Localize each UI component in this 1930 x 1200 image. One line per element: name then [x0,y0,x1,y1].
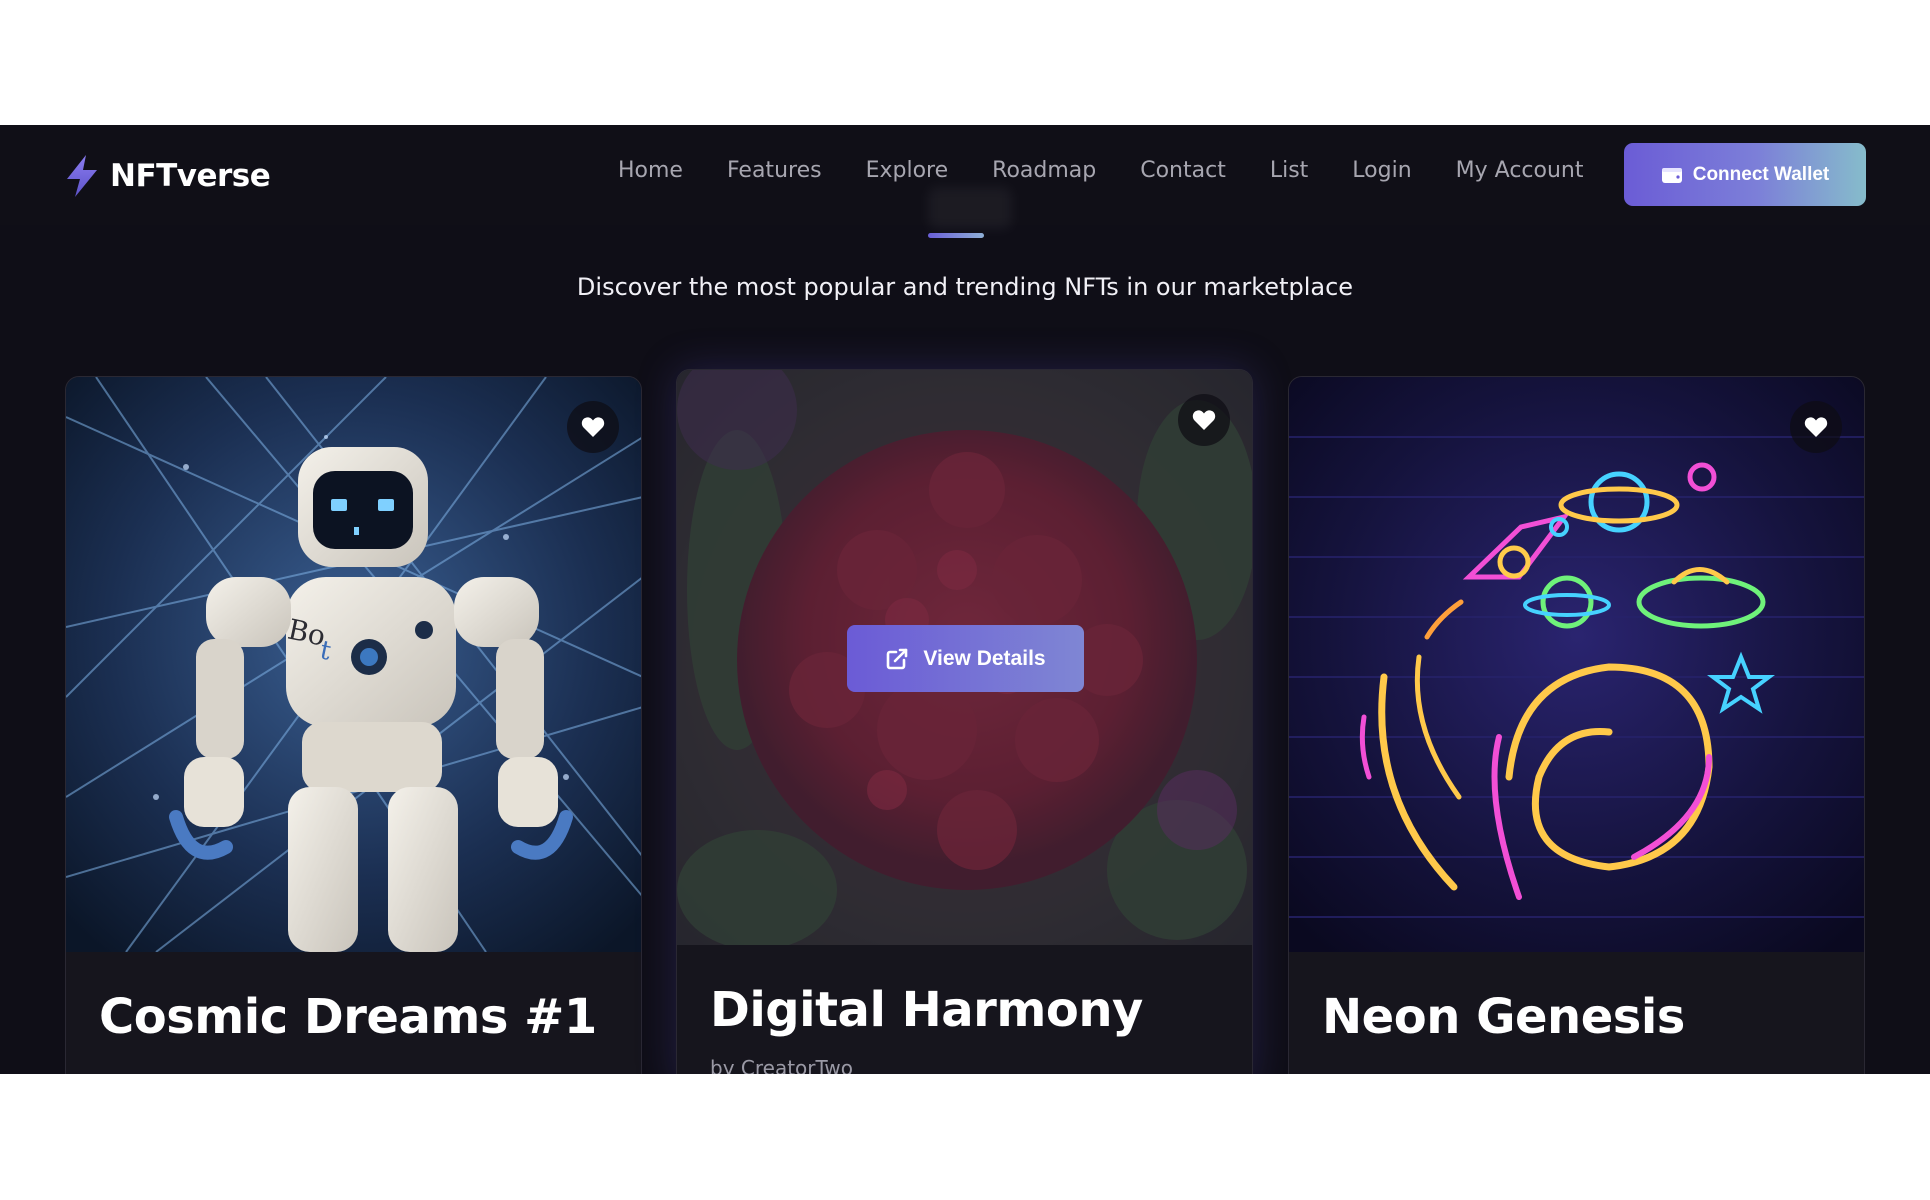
nft-title: Neon Genesis [1322,989,1685,1045]
favorite-button[interactable] [1790,401,1842,453]
wallet-icon [1661,167,1682,183]
heart-icon [1804,417,1828,437]
nft-card[interactable]: Neon Genesis [1288,376,1865,1074]
nft-image-robot[interactable]: Bo t [66,377,641,952]
robot-artwork: Bo t [66,377,641,952]
nav-link-my-account[interactable]: My Account [1434,155,1606,187]
nft-card[interactable]: View Details Digital Harmony by CreatorT… [676,369,1253,1074]
nav-link-login[interactable]: Login [1330,155,1433,187]
nav-link-features[interactable]: Features [705,155,844,187]
page-viewport: NFTverse Home Features Explore Roadmap C… [0,125,1930,1074]
section-subtitle: Discover the most popular and trending N… [576,273,1354,301]
nft-card[interactable]: Bo t Cosmic Dreams #1 [65,376,642,1074]
nav-link-home[interactable]: Home [596,155,705,187]
nav-link-list[interactable]: List [1248,155,1330,187]
lightning-bolt-icon [67,155,97,197]
connect-wallet-label: Connect Wallet [1692,163,1830,185]
nft-creator: by CreatorTwo [710,1056,853,1074]
external-link-icon [887,648,908,669]
nav-links: Home Features Explore Roadmap Contact Li… [596,155,1605,187]
view-details-label: View Details [923,646,1046,670]
nav-link-contact[interactable]: Contact [1118,155,1248,187]
nft-title: Cosmic Dreams #1 [99,989,597,1045]
neon-space-artwork [1289,377,1864,952]
nft-title: Digital Harmony [710,982,1143,1038]
connect-wallet-button[interactable]: Connect Wallet [1624,143,1866,206]
nav-link-explore[interactable]: Explore [844,155,971,187]
heart-icon [1192,410,1216,430]
favorite-button[interactable] [1178,394,1230,446]
section-title-underline [928,233,984,238]
view-details-button[interactable]: View Details [847,625,1084,692]
heart-icon [581,417,605,437]
brand-name: NFTverse [110,158,271,194]
nft-image-flower[interactable]: View Details [677,370,1252,945]
favorite-button[interactable] [567,401,619,453]
nav-link-roadmap[interactable]: Roadmap [970,155,1118,187]
nft-image-neon[interactable] [1289,377,1864,952]
brand-logo[interactable]: NFTverse [64,151,271,201]
section-title [928,187,1012,229]
